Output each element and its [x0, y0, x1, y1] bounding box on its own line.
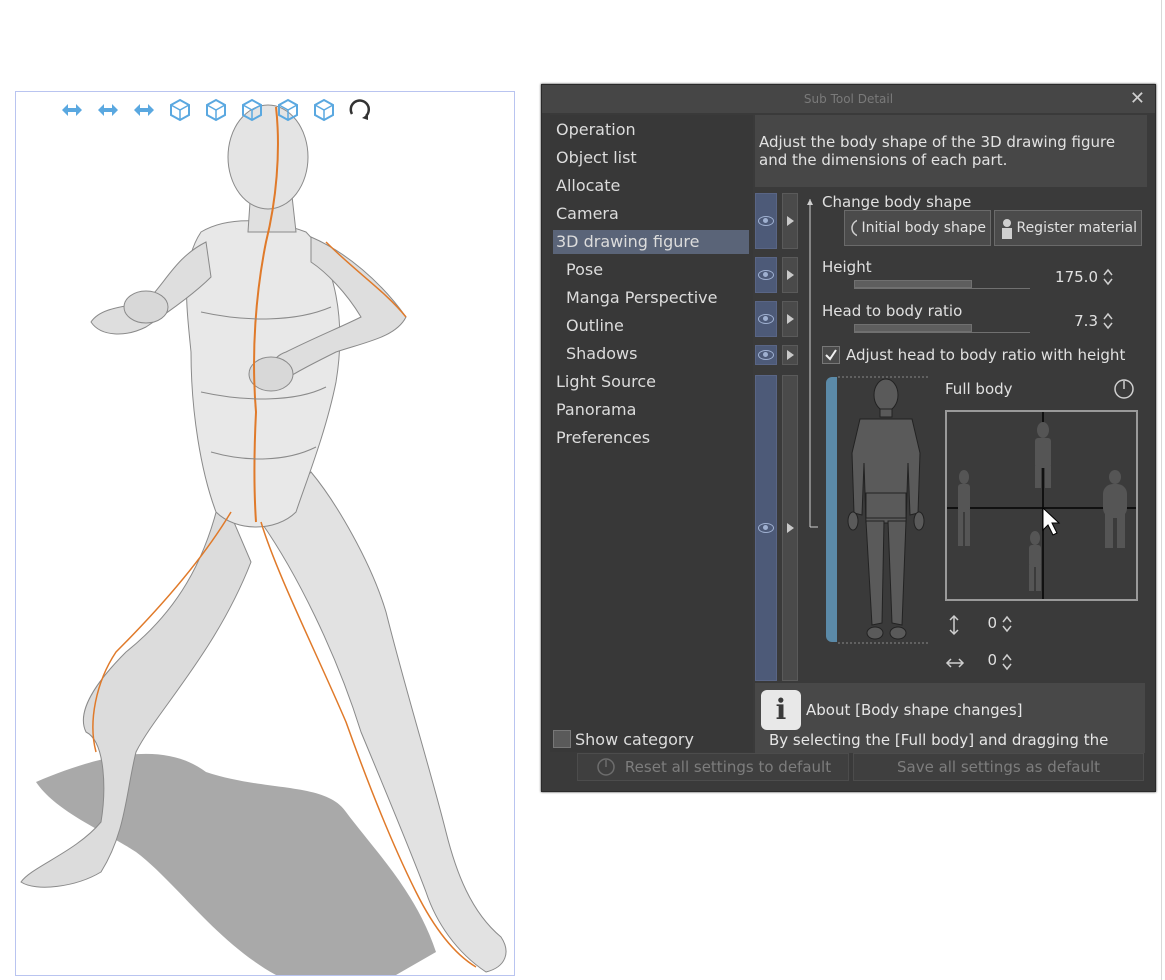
- initial-body-shape-label: Initial body shape: [861, 220, 986, 236]
- expand-button-body-parts[interactable]: [782, 375, 798, 681]
- expand-button-adjust[interactable]: [782, 345, 798, 365]
- expand-button-body-shape[interactable]: [782, 193, 798, 249]
- vertical-arrows-icon: [949, 614, 959, 636]
- show-category-label: Show category: [575, 729, 694, 749]
- category-item[interactable]: Outline: [553, 314, 749, 338]
- 3d-drawing-figure[interactable]: [16, 92, 514, 975]
- full-body-label: Full body: [945, 380, 1013, 398]
- category-item[interactable]: Allocate: [553, 174, 749, 198]
- category-list: Operation Object list Allocate Camera 3D dra…: [550, 115, 753, 752]
- visibility-toggle-body-shape[interactable]: [755, 193, 777, 249]
- info-box: i About [Body shape changes] By selectin…: [755, 683, 1145, 753]
- height-slider[interactable]: [854, 280, 1030, 289]
- visibility-toggle-body-parts[interactable]: [755, 375, 777, 681]
- info-icon: i: [761, 690, 801, 730]
- height-spinner-icon[interactable]: [1102, 267, 1114, 287]
- pan-camera-icon[interactable]: [92, 94, 124, 126]
- vertical-spinner-icon[interactable]: [1001, 614, 1013, 634]
- rotate-camera-icon[interactable]: [56, 94, 88, 126]
- reset-full-body-icon[interactable]: [1112, 377, 1136, 401]
- rotate-object-xy-icon[interactable]: [236, 94, 268, 126]
- height-range-bar[interactable]: [826, 377, 837, 642]
- triangle-right-icon: [786, 270, 794, 280]
- drawing-canvas[interactable]: [15, 91, 515, 976]
- triangle-right-icon: [786, 314, 794, 324]
- category-item[interactable]: Camera: [553, 202, 749, 226]
- move-object-icon[interactable]: [164, 94, 196, 126]
- horizontal-spinner-icon[interactable]: [1001, 652, 1013, 672]
- expand-button-head-ratio[interactable]: [782, 301, 798, 337]
- adjust-with-height-label: Adjust head to body ratio with height: [846, 346, 1126, 364]
- head-ratio-slider[interactable]: [854, 324, 1030, 333]
- save-all-settings-label: Save all settings as default: [896, 758, 1101, 776]
- body-shape-pad[interactable]: [945, 410, 1138, 601]
- panel-titlebar[interactable]: Sub Tool Detail ✕: [542, 85, 1155, 113]
- body-parts-diagram[interactable]: [838, 373, 938, 648]
- checkmark-icon[interactable]: [822, 346, 840, 364]
- initial-body-shape-button[interactable]: Initial body shape: [844, 210, 991, 246]
- register-material-button[interactable]: Register material: [994, 210, 1142, 246]
- checkbox-icon[interactable]: [553, 730, 571, 748]
- register-material-label: Register material: [1016, 220, 1137, 236]
- window-edge: [1161, 0, 1162, 980]
- triangle-right-icon: [786, 350, 794, 360]
- head-ratio-slider-fill: [854, 324, 972, 332]
- adjust-with-height-checkbox[interactable]: Adjust head to body ratio with height: [822, 346, 1125, 364]
- category-description: Adjust the body shape of the 3D drawing …: [755, 115, 1147, 187]
- visibility-toggle-adjust[interactable]: [755, 345, 777, 365]
- eye-icon: [758, 270, 774, 280]
- category-item[interactable]: Preferences: [553, 426, 749, 450]
- dolly-camera-icon[interactable]: [128, 94, 160, 126]
- body-shape-pad-graphic: [947, 412, 1136, 599]
- category-item[interactable]: Shadows: [553, 342, 749, 366]
- triangle-right-icon: [786, 216, 794, 226]
- head-ratio-spinner-icon[interactable]: [1102, 311, 1114, 331]
- rotate-object-y-icon[interactable]: [272, 94, 304, 126]
- show-category-checkbox[interactable]: Show category: [553, 728, 694, 750]
- close-icon[interactable]: ✕: [1130, 88, 1145, 109]
- info-body: By selecting the [Full body] and draggin…: [769, 731, 1109, 749]
- triangle-right-icon: [786, 523, 794, 533]
- vertical-value[interactable]: 0: [972, 614, 997, 632]
- reset-all-settings-label: Reset all settings to default: [624, 758, 832, 776]
- height-slider-fill: [854, 280, 972, 288]
- change-body-shape-label: Change body shape: [822, 193, 972, 211]
- head-ratio-value[interactable]: 7.3: [1038, 312, 1098, 330]
- visibility-toggle-head-ratio[interactable]: [755, 301, 777, 337]
- horizontal-arrows-icon: [945, 658, 965, 668]
- reset-icon: [851, 219, 858, 237]
- expand-button-height[interactable]: [782, 257, 798, 293]
- height-value[interactable]: 175.0: [1038, 268, 1098, 286]
- group-bracket: [807, 199, 818, 528]
- category-item[interactable]: Pose: [553, 258, 749, 282]
- horizontal-value[interactable]: 0: [972, 651, 997, 669]
- category-item[interactable]: Manga Perspective: [553, 286, 749, 310]
- save-all-settings-button[interactable]: Save all settings as default: [853, 753, 1144, 781]
- category-item[interactable]: Panorama: [553, 398, 749, 422]
- 3d-toolbar: [56, 94, 376, 126]
- head-ratio-label: Head to body ratio: [822, 302, 963, 320]
- rotate-object-reset-icon[interactable]: [344, 94, 376, 126]
- category-item[interactable]: Operation: [553, 118, 749, 142]
- eye-icon: [758, 314, 774, 324]
- eye-icon: [758, 523, 774, 533]
- info-title: About [Body shape changes]: [806, 701, 1023, 719]
- panel-title: Sub Tool Detail: [803, 92, 894, 106]
- reset-all-settings-button[interactable]: Reset all settings to default: [577, 753, 849, 781]
- eye-icon: [758, 350, 774, 360]
- height-label: Height: [822, 258, 872, 276]
- category-item[interactable]: Light Source: [553, 370, 749, 394]
- register-figure-icon: [1002, 219, 1012, 239]
- eye-icon: [758, 216, 774, 226]
- rotate-object-xz-icon[interactable]: [200, 94, 232, 126]
- sub-tool-detail-panel: Sub Tool Detail ✕ Operation Object list Al…: [541, 84, 1156, 792]
- category-item[interactable]: 3D drawing figure: [553, 230, 749, 254]
- reset-icon: [597, 758, 615, 776]
- visibility-toggle-height[interactable]: [755, 257, 777, 293]
- snap-to-floor-icon[interactable]: [308, 94, 340, 126]
- category-item[interactable]: Object list: [553, 146, 749, 170]
